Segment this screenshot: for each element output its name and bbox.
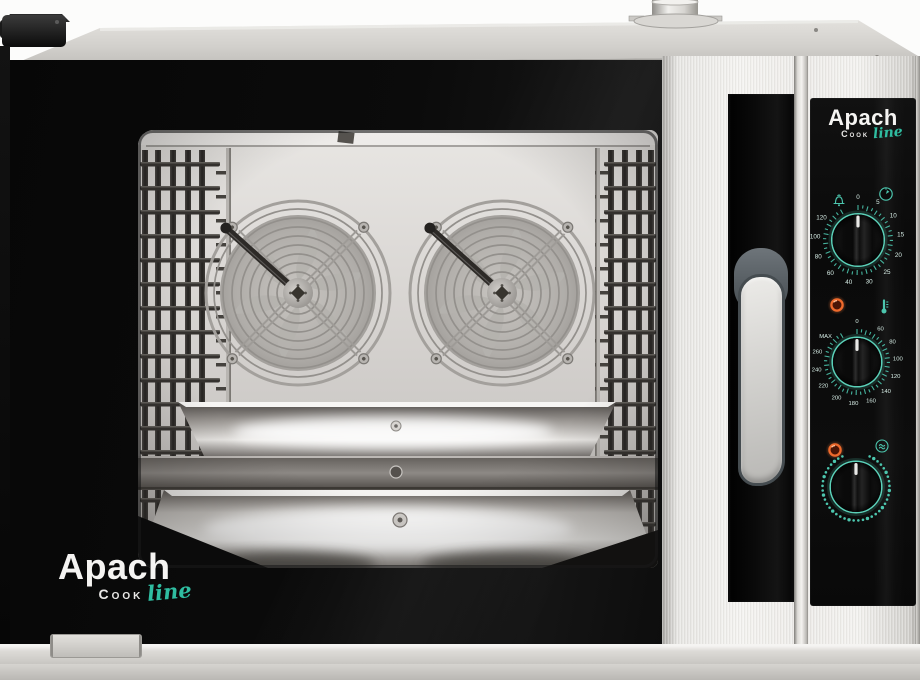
temperature-dial[interactable]: 0 60 80 100 120 140 160 180 200220 240 260 MAX: [812, 319, 904, 407]
handle-recess: [728, 94, 794, 602]
svg-text:100: 100: [810, 233, 821, 240]
door-hinge-top: [0, 14, 70, 47]
control-panel: Apach Cook line: [810, 98, 916, 606]
svg-text:260: 260: [812, 350, 823, 356]
steam-icon: [876, 440, 888, 452]
door-hinge-bottom: [50, 634, 142, 658]
svg-text:240: 240: [812, 367, 823, 373]
heat-indicator-led: [828, 296, 847, 315]
oven-photo: Apach Cook line Apach Cook line: [0, 0, 920, 680]
svg-text:140: 140: [881, 389, 892, 395]
svg-text:30: 30: [866, 279, 874, 286]
alarm-bell-icon: [834, 195, 844, 206]
svg-text:25: 25: [884, 269, 892, 276]
svg-text:60: 60: [877, 327, 884, 333]
panel-divider: [794, 56, 808, 646]
body-right-edge: [916, 56, 920, 646]
screw: [814, 28, 818, 32]
timer-dial[interactable]: 0 5 10 15 20 25 30 40 60 80 100 120: [810, 194, 905, 286]
steam-vent: [629, 0, 722, 28]
clock-icon: [880, 188, 892, 200]
svg-text:MAX: MAX: [819, 334, 832, 340]
svg-text:100: 100: [893, 357, 904, 363]
svg-text:180: 180: [849, 401, 860, 407]
svg-text:0: 0: [855, 319, 859, 325]
door-handle[interactable]: [738, 274, 785, 486]
steam-indicator-led: [826, 441, 845, 460]
temperature-knob-pointer: [855, 339, 858, 351]
base-plinth: [0, 664, 920, 680]
steam-knob-pointer: [854, 463, 857, 475]
svg-text:160: 160: [866, 399, 877, 405]
svg-text:60: 60: [827, 270, 835, 277]
svg-text:220: 220: [818, 384, 829, 390]
svg-text:80: 80: [815, 254, 823, 261]
svg-text:15: 15: [897, 232, 905, 239]
oven-interior: [138, 130, 658, 568]
svg-text:120: 120: [891, 374, 902, 380]
svg-text:200: 200: [832, 396, 843, 402]
svg-text:20: 20: [895, 252, 903, 259]
steam-dial[interactable]: [821, 455, 891, 522]
svg-text:40: 40: [845, 279, 853, 286]
svg-text:120: 120: [816, 214, 827, 221]
svg-text:0: 0: [856, 194, 860, 201]
svg-text:10: 10: [890, 213, 898, 220]
thermometer-icon: [882, 301, 889, 314]
right-body-panel: Apach Cook line: [662, 56, 920, 646]
timer-knob-pointer: [856, 216, 859, 228]
svg-text:5: 5: [876, 199, 880, 206]
door-side-edge: [0, 46, 10, 646]
door-window: [138, 130, 658, 568]
svg-text:80: 80: [889, 340, 896, 346]
